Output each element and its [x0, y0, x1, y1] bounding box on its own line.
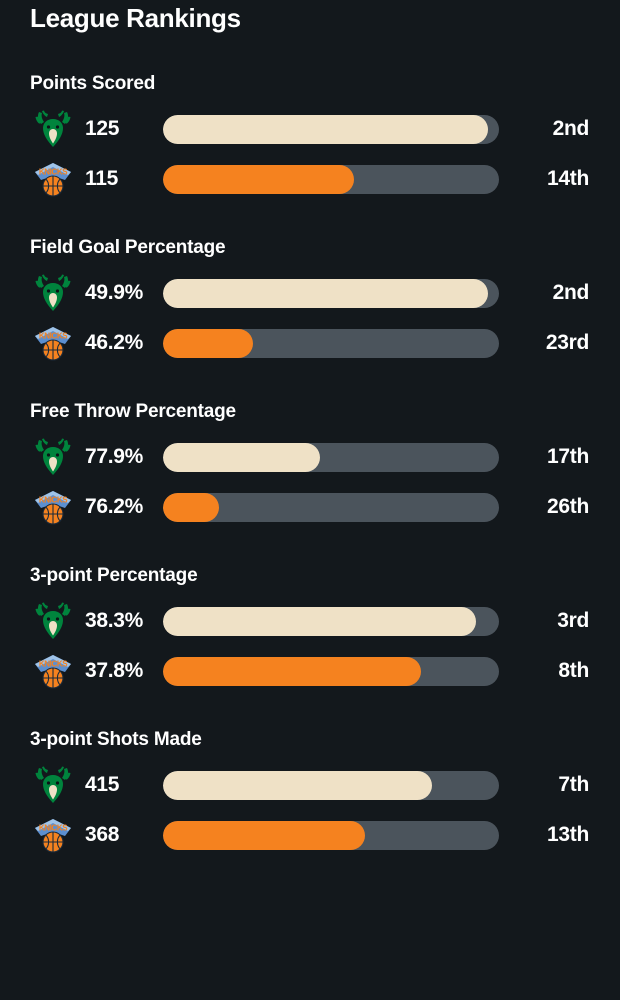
rank-bar-track — [163, 656, 499, 686]
section-heading: Points Scored — [30, 73, 156, 94]
bucks-logo — [30, 435, 76, 479]
rank-bar-track — [163, 820, 499, 850]
knicks-logo: KNICKS — [30, 813, 76, 857]
knicks-logo-svg: KNICKS — [35, 491, 71, 525]
rank-bar-track — [163, 770, 499, 800]
stat-value: 368 — [85, 823, 120, 846]
stat-section: Field Goal Percentage 49.9% 2nd KNICKS 4… — [30, 237, 590, 365]
svg-text:KNICKS: KNICKS — [39, 168, 68, 177]
stat-rank: 13th — [547, 823, 589, 846]
stat-value: 76.2% — [85, 495, 144, 518]
svg-text:KNICKS: KNICKS — [39, 496, 68, 505]
knicks-logo: KNICKS — [30, 157, 76, 201]
stat-row: KNICKS 46.2% 23rd — [30, 321, 590, 365]
page-title: League Rankings — [30, 3, 241, 33]
stat-value: 37.8% — [85, 659, 144, 682]
stat-section: Points Scored 125 2nd KNICKS 115 14th — [30, 73, 590, 201]
svg-text:KNICKS: KNICKS — [39, 332, 68, 341]
bucks-logo-svg — [35, 110, 71, 147]
knicks-logo-svg: KNICKS — [35, 163, 71, 197]
knicks-logo: KNICKS — [30, 649, 76, 693]
svg-text:KNICKS: KNICKS — [39, 660, 68, 669]
bucks-logo-svg — [35, 438, 71, 475]
rank-bar-fill — [163, 606, 477, 636]
stat-rank: 26th — [547, 495, 589, 518]
knicks-logo: KNICKS — [30, 485, 76, 529]
stat-rank: 7th — [558, 773, 589, 796]
stat-rank: 2nd — [552, 117, 590, 140]
stat-row: KNICKS 368 13th — [30, 813, 590, 857]
rank-bar-fill — [163, 164, 354, 194]
bucks-logo-svg — [35, 274, 71, 311]
stat-row: 77.9% 17th — [30, 435, 590, 479]
section-heading: Free Throw Percentage — [30, 401, 236, 422]
rank-bar-fill — [163, 492, 220, 522]
stat-row: KNICKS 76.2% 26th — [30, 485, 590, 529]
stat-value: 38.3% — [85, 609, 144, 632]
rank-bar-fill — [163, 442, 320, 472]
knicks-logo-svg: KNICKS — [35, 819, 71, 853]
knicks-logo-svg: KNICKS — [35, 327, 71, 361]
rank-bar-fill — [163, 114, 488, 144]
stat-value: 49.9% — [85, 281, 144, 304]
section-heading: 3-point Shots Made — [30, 729, 202, 750]
stat-value: 77.9% — [85, 445, 144, 468]
stat-value: 125 — [85, 117, 120, 140]
stat-value: 46.2% — [85, 331, 144, 354]
stat-rank: 23rd — [545, 331, 589, 354]
stat-value: 115 — [85, 167, 118, 190]
rank-bar-fill — [163, 278, 488, 308]
rank-bar-fill — [163, 328, 253, 358]
stat-rank: 8th — [558, 659, 589, 682]
stat-row: 49.9% 2nd — [30, 271, 590, 315]
stat-row: 38.3% 3rd — [30, 599, 590, 643]
stat-row: KNICKS 37.8% 8th — [30, 649, 590, 693]
section-heading: Field Goal Percentage — [30, 237, 226, 258]
league-rankings-panel: League Rankings Points Scored 125 2nd KNI… — [0, 0, 620, 1000]
bucks-logo — [30, 271, 76, 315]
rank-bar-fill — [163, 820, 365, 850]
stat-row: 125 2nd — [30, 107, 590, 151]
rank-bar-track — [163, 606, 499, 636]
rank-bar-track — [163, 164, 499, 194]
stat-value: 415 — [85, 773, 120, 796]
svg-text:KNICKS: KNICKS — [39, 824, 68, 833]
section-heading: 3-point Percentage — [30, 565, 198, 586]
stat-rank: 14th — [547, 167, 589, 190]
bucks-logo-svg — [35, 602, 71, 639]
bucks-logo — [30, 599, 76, 643]
stat-row: 415 7th — [30, 763, 590, 807]
rank-bar-fill — [163, 656, 421, 686]
bucks-logo-svg — [35, 766, 71, 803]
stat-rank: 3rd — [557, 609, 589, 632]
rank-bar-fill — [163, 770, 432, 800]
rank-bar-track — [163, 114, 499, 144]
stat-section: Free Throw Percentage 77.9% 17th KNICKS — [30, 401, 590, 529]
stat-section: 3-point Shots Made 415 7th KNICKS 368 13… — [30, 729, 590, 857]
rank-bar-track — [163, 278, 499, 308]
stat-sections-container: Points Scored 125 2nd KNICKS 115 14th Fi… — [30, 73, 590, 857]
knicks-logo-svg: KNICKS — [35, 655, 71, 689]
rank-bar-track — [163, 492, 499, 522]
rank-bar-track — [163, 442, 499, 472]
stat-rank: 2nd — [552, 281, 590, 304]
rank-bar-track — [163, 328, 499, 358]
bucks-logo — [30, 107, 76, 151]
stat-rank: 17th — [547, 445, 589, 468]
bucks-logo — [30, 763, 76, 807]
knicks-logo: KNICKS — [30, 321, 76, 365]
stat-row: KNICKS 115 14th — [30, 157, 590, 201]
stat-section: 3-point Percentage 38.3% 3rd KNICKS 37.8… — [30, 565, 590, 693]
